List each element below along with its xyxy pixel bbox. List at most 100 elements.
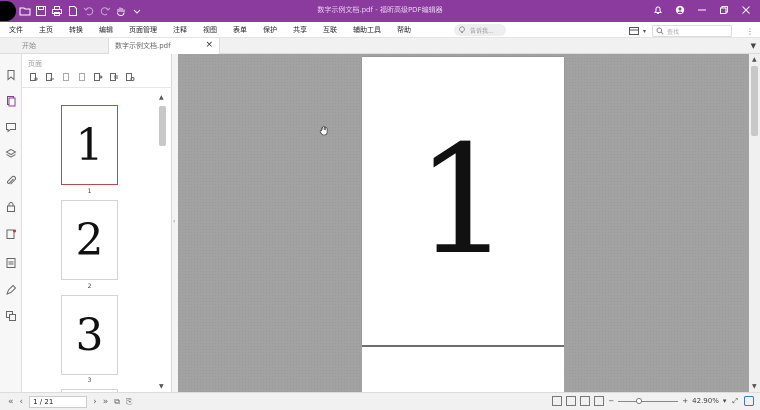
zoom-slider[interactable]: [618, 397, 679, 404]
print-icon[interactable]: [50, 4, 64, 18]
page-thumbnails-icon[interactable]: [4, 94, 18, 108]
customize-toolbar-icon[interactable]: [130, 4, 144, 18]
quick-access-toolbar: [18, 3, 146, 19]
menu-comment[interactable]: 注释: [173, 25, 187, 35]
doc-scroll-down-icon[interactable]: ▼: [752, 383, 757, 390]
tell-me-search[interactable]: 告诉我...: [454, 24, 506, 36]
hand-tool-icon[interactable]: [114, 4, 128, 18]
menu-convert[interactable]: 转换: [69, 25, 83, 35]
new-document-icon[interactable]: [66, 4, 80, 18]
fit-page-icon[interactable]: ⤢: [732, 397, 738, 406]
title-bar: 数字示例文档.pdf - 福昕高级PDF编辑器: [0, 0, 760, 22]
comment-icon[interactable]: [4, 120, 18, 134]
redo-icon[interactable]: [98, 4, 112, 18]
continuous-facing-view-icon[interactable]: [594, 396, 605, 406]
menu-form[interactable]: 表单: [233, 25, 247, 35]
delete-page-icon[interactable]: [44, 71, 56, 83]
last-page-icon[interactable]: »: [103, 397, 109, 407]
document-canvas[interactable]: 1: [178, 54, 749, 392]
menu-organize[interactable]: 页面管理: [129, 25, 157, 35]
tab-document[interactable]: 数字示例文档.pdf ×: [108, 38, 220, 54]
document-page-2: [362, 347, 564, 392]
account-icon[interactable]: [672, 3, 688, 17]
insert-page-icon[interactable]: [28, 71, 40, 83]
find-input[interactable]: 查找: [652, 25, 732, 37]
thumbnail-scroll-thumb[interactable]: [159, 106, 166, 146]
page-properties-icon[interactable]: [124, 71, 136, 83]
zoom-out-icon[interactable]: −: [608, 397, 614, 405]
save-icon[interactable]: [34, 4, 48, 18]
layout-icon[interactable]: [627, 24, 641, 38]
zoom-slider-knob[interactable]: [636, 397, 643, 404]
page-thumbnail-3[interactable]: 3: [61, 295, 118, 375]
menu-connect[interactable]: 互联: [323, 25, 337, 35]
tell-me-placeholder: 告诉我...: [470, 27, 494, 35]
app-brand-icon[interactable]: [744, 396, 754, 406]
menu-bar: 文件 主页 转换 编辑 页面管理 注释 视图 表单 保护 共享 互联 辅助工具 …: [0, 22, 760, 38]
close-icon[interactable]: [738, 3, 754, 17]
rotate-right-icon[interactable]: [76, 71, 88, 83]
menu-share[interactable]: 共享: [293, 25, 307, 35]
zoom-dropdown-icon[interactable]: ▾: [723, 397, 727, 405]
page-copy-icon[interactable]: ⧉: [114, 397, 120, 407]
zoom-in-icon[interactable]: +: [682, 397, 688, 405]
document-page-1: 1: [362, 57, 564, 345]
previous-page-icon[interactable]: ‹: [20, 397, 24, 407]
layout-dropdown-icon[interactable]: ▾: [643, 28, 646, 35]
menu-protect[interactable]: 保护: [263, 25, 277, 35]
tab-start[interactable]: 开始: [22, 38, 36, 54]
replace-page-icon[interactable]: [108, 71, 120, 83]
status-bar: « ‹ › » ⧉ ⎘ − + 42.90% ▾ ⤢: [0, 392, 760, 410]
next-page-icon[interactable]: ›: [93, 397, 97, 407]
page-thumbnail-2[interactable]: 2: [61, 200, 118, 280]
tab-close-icon[interactable]: ×: [205, 40, 213, 50]
undo-icon[interactable]: [82, 4, 96, 18]
compare-icon[interactable]: [4, 309, 18, 323]
first-page-icon[interactable]: «: [8, 397, 14, 407]
lightbulb-icon: [459, 26, 465, 33]
signature-panel-icon[interactable]: [4, 227, 18, 241]
layers-icon[interactable]: [4, 147, 18, 161]
menu-accessibility[interactable]: 辅助工具: [353, 25, 381, 35]
restore-icon[interactable]: [716, 3, 732, 17]
open-folder-icon[interactable]: [18, 4, 32, 18]
single-page-view-icon[interactable]: [552, 396, 563, 406]
page-thumbnail-1[interactable]: 1: [61, 105, 118, 185]
navigation-panel-strip: [0, 54, 22, 392]
menu-items: 文件 主页 转换 编辑 页面管理 注释 视图 表单 保护 共享 互联 辅助工具 …: [9, 25, 427, 35]
pen-tool-icon[interactable]: [4, 283, 18, 297]
find-placeholder: 查找: [667, 28, 680, 36]
rotate-left-icon[interactable]: [60, 71, 72, 83]
bell-icon[interactable]: [650, 3, 666, 17]
scroll-up-icon[interactable]: ▲: [159, 94, 164, 101]
thumbnail-label-2: 2: [87, 283, 92, 290]
bookmark-icon[interactable]: [4, 68, 18, 82]
menu-view[interactable]: 视图: [203, 25, 217, 35]
doc-scroll-up-icon[interactable]: ▲: [752, 56, 757, 63]
panel-title: 页面: [28, 60, 42, 68]
zoom-level[interactable]: 42.90%: [692, 397, 719, 405]
menu-home[interactable]: 主页: [39, 25, 53, 35]
document-scrollbar[interactable]: ▲ ▼: [749, 54, 760, 392]
more-options-icon[interactable]: ⋮: [746, 27, 754, 36]
content-icon[interactable]: [4, 256, 18, 270]
tab-list-dropdown-icon[interactable]: ▼: [751, 42, 756, 50]
tab-bar: 开始 数字示例文档.pdf × ▼: [0, 38, 760, 54]
collapse-arrow-icon[interactable]: ‹: [173, 218, 175, 225]
menu-edit[interactable]: 编辑: [99, 25, 113, 35]
thumbnail-scrollbar[interactable]: ▲ ▼: [157, 94, 167, 390]
security-icon[interactable]: [4, 200, 18, 214]
extract-page-icon[interactable]: [92, 71, 104, 83]
attachment-icon[interactable]: [4, 174, 18, 188]
facing-view-icon[interactable]: [580, 396, 591, 406]
menu-help[interactable]: 帮助: [397, 25, 411, 35]
thumbnail-label-1: 1: [87, 188, 92, 195]
page-number-input[interactable]: [29, 396, 88, 408]
app-logo[interactable]: [0, 1, 16, 21]
continuous-view-icon[interactable]: [566, 396, 577, 406]
menu-file[interactable]: 文件: [9, 25, 23, 35]
doc-scroll-thumb[interactable]: [751, 66, 758, 136]
scroll-down-icon[interactable]: ▼: [159, 383, 164, 390]
minimize-icon[interactable]: [694, 3, 710, 17]
page-export-icon[interactable]: ⎘: [126, 397, 132, 407]
